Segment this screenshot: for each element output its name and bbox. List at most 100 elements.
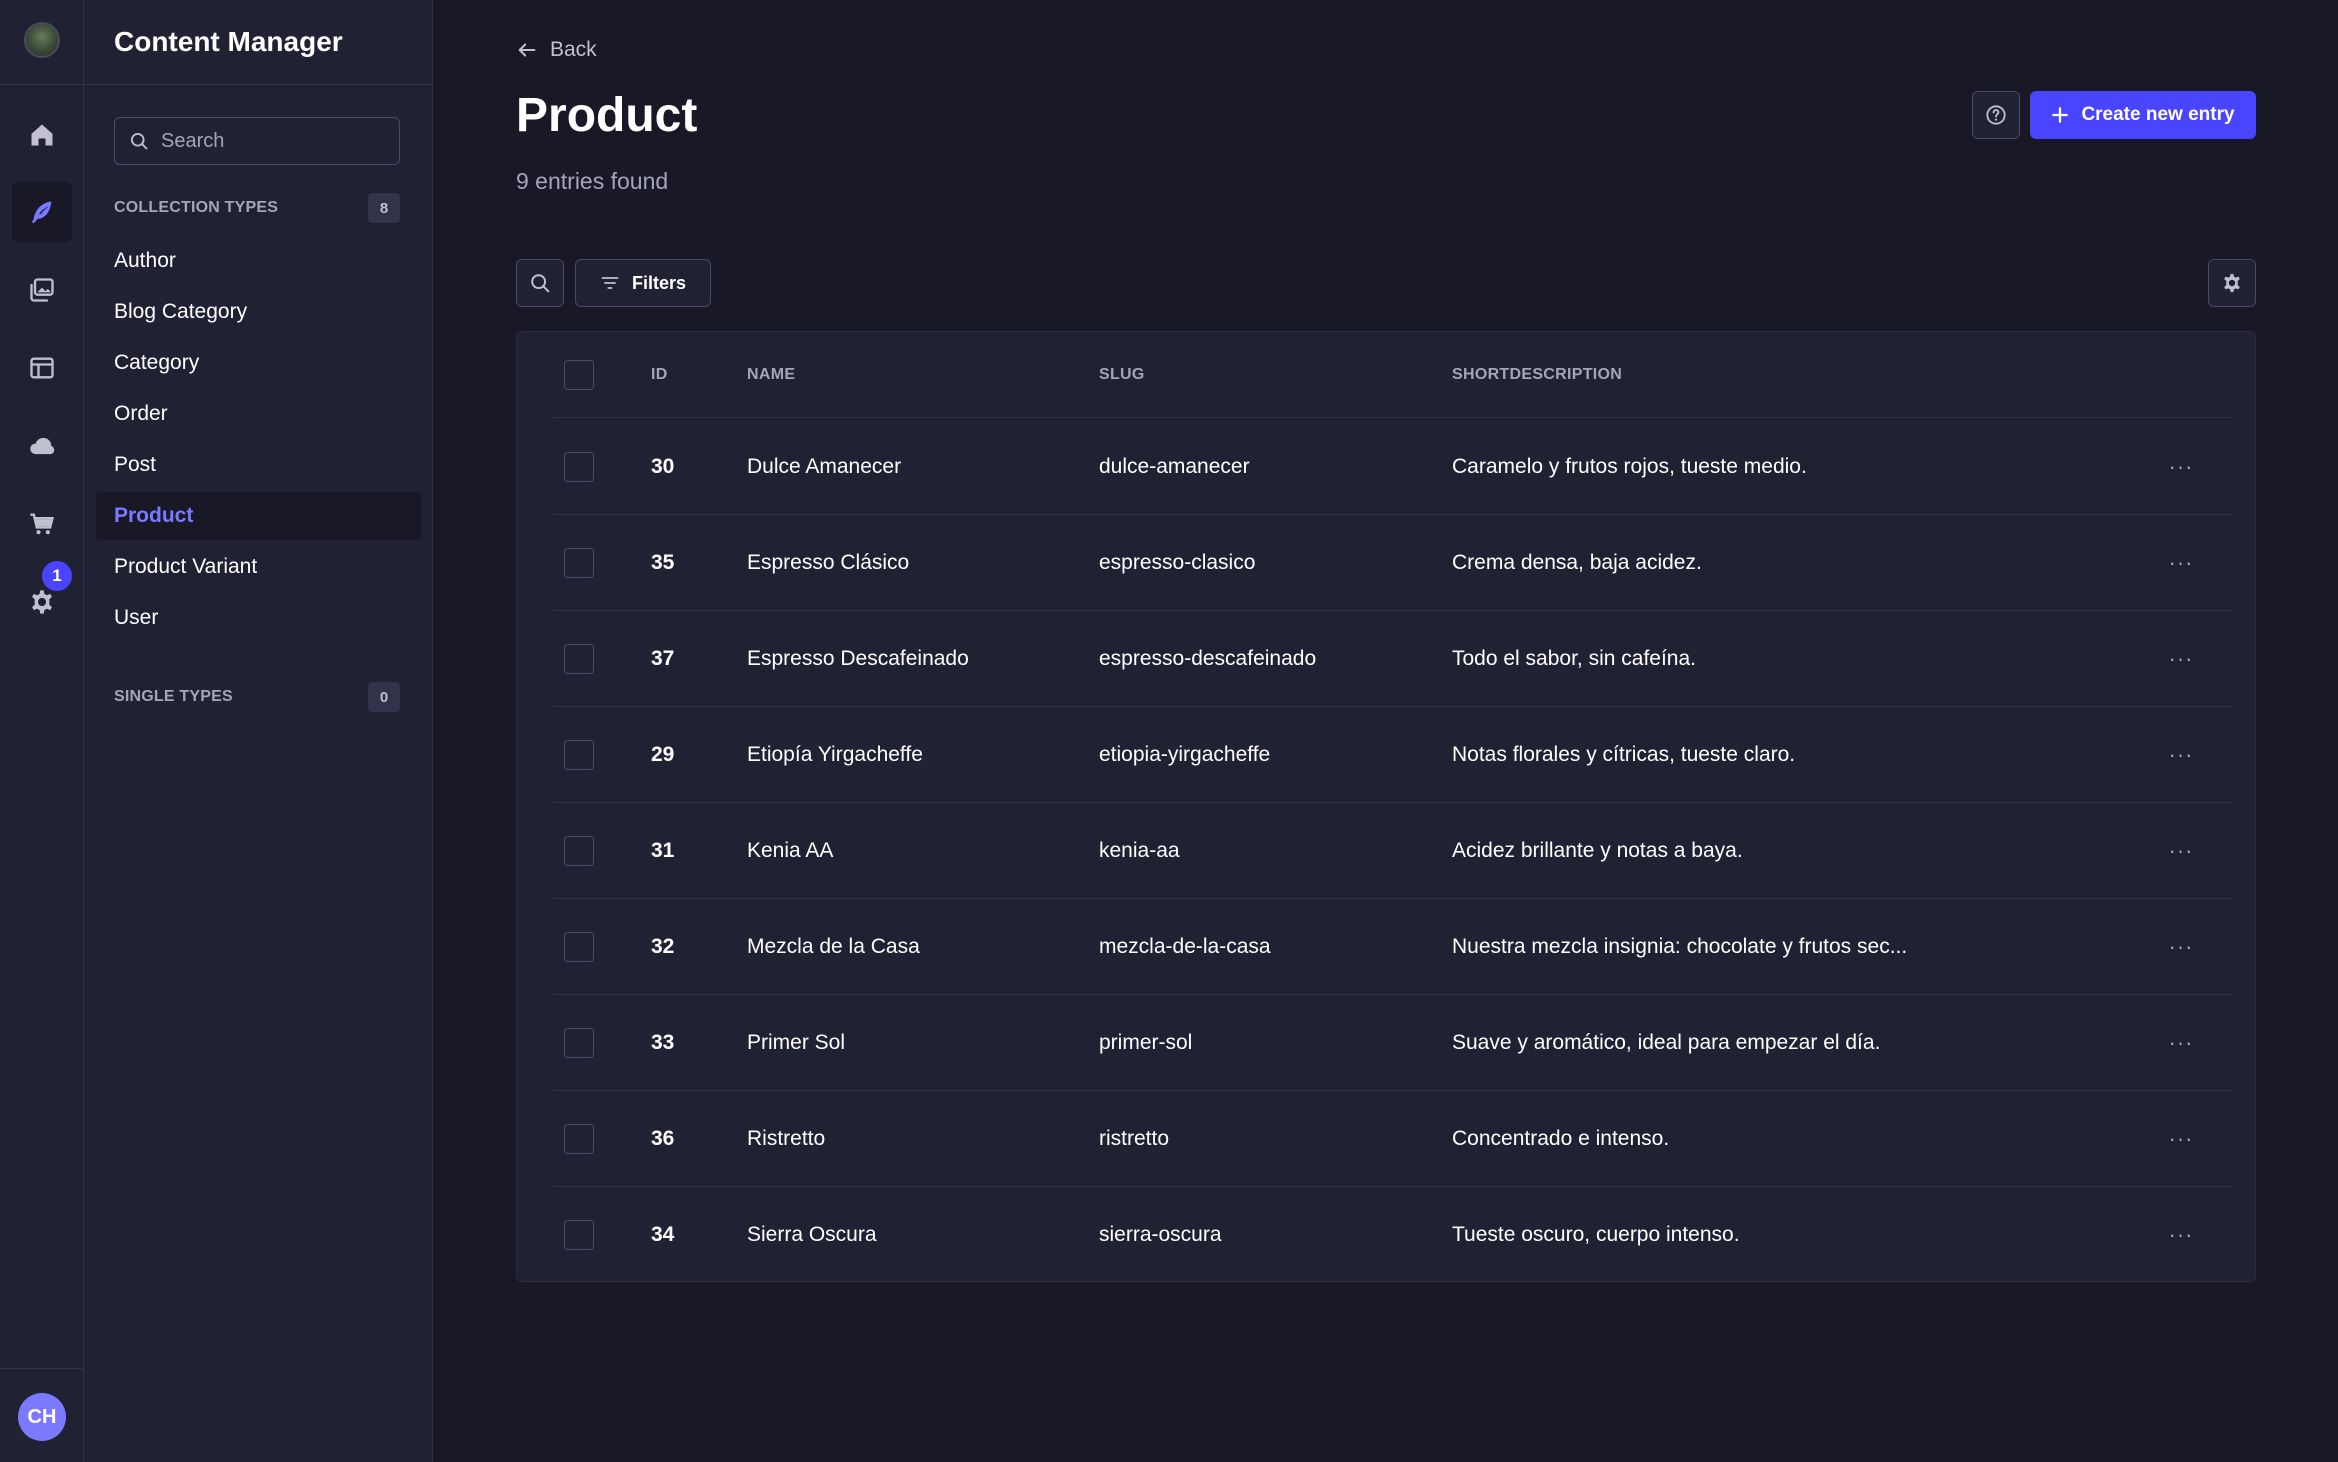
home-icon [31, 124, 53, 146]
cell-slug: etiopia-yirgacheffe [1099, 743, 1271, 766]
help-button[interactable] [1972, 91, 2020, 139]
content-type-builder-nav-button[interactable] [12, 338, 72, 398]
sidebar-item-user[interactable]: User [96, 594, 421, 642]
row-checkbox[interactable] [564, 452, 594, 482]
collection-types-label: COLLECTION TYPES [114, 199, 279, 216]
cell-shortdescription: Todo el sabor, sin cafeína. [1452, 647, 1696, 670]
cell-name: Primer Sol [747, 1031, 846, 1054]
row-actions-menu[interactable]: ··· [2163, 833, 2199, 869]
cell-slug: espresso-clasico [1099, 551, 1256, 574]
cell-name: Dulce Amanecer [747, 455, 902, 478]
cell-id: 34 [651, 1223, 675, 1246]
row-checkbox[interactable] [564, 548, 594, 578]
table-row[interactable]: 31 Kenia AA kenia-aa Acidez brillante y … [553, 803, 2233, 899]
cell-id: 29 [651, 743, 675, 766]
column-header-id[interactable]: ID [651, 332, 668, 418]
settings-icon [32, 590, 52, 614]
sidebar-search-input[interactable] [161, 129, 381, 153]
row-checkbox[interactable] [564, 1028, 594, 1058]
cart-icon [30, 513, 54, 535]
home-nav-button[interactable] [12, 105, 72, 165]
sidebar-item-post[interactable]: Post [96, 441, 421, 489]
row-actions-menu[interactable]: ··· [2163, 1217, 2199, 1253]
collection-types-header[interactable]: COLLECTION TYPES 8 [114, 193, 400, 223]
row-actions-menu[interactable]: ··· [2163, 1025, 2199, 1061]
row-actions-menu[interactable]: ··· [2163, 737, 2199, 773]
row-actions-menu[interactable]: ··· [2163, 1121, 2199, 1157]
table-row[interactable]: 36 Ristretto ristretto Concentrado e int… [553, 1091, 2233, 1187]
entries-table: ID NAME SLUG SHORTDESCRIPTION 30 Dulce A… [516, 331, 2256, 1282]
sidebar-item-order[interactable]: Order [96, 390, 421, 438]
column-header-slug[interactable]: SLUG [1099, 332, 1145, 418]
cell-id: 31 [651, 839, 675, 862]
collection-types-count: 8 [368, 193, 400, 223]
cloud-nav-button[interactable] [12, 416, 72, 476]
content-manager-nav-button[interactable] [12, 182, 72, 242]
cloud-icon [30, 437, 55, 455]
cell-slug: sierra-oscura [1099, 1223, 1222, 1246]
cell-slug: ristretto [1099, 1127, 1170, 1150]
gear-icon [2224, 273, 2240, 293]
logo-icon[interactable] [24, 22, 60, 58]
cart-nav-button[interactable] [12, 494, 72, 554]
table-row[interactable]: 29 Etiopía Yirgacheffe etiopia-yirgachef… [553, 707, 2233, 803]
settings-notification-badge: 1 [42, 561, 72, 591]
row-actions-menu[interactable]: ··· [2163, 449, 2199, 485]
cell-shortdescription: Tueste oscuro, cuerpo intenso. [1452, 1223, 1740, 1246]
single-types-header[interactable]: SINGLE TYPES 0 [114, 682, 400, 712]
sidebar-item-product[interactable]: Product [96, 492, 421, 540]
media-library-icon [30, 278, 54, 302]
sidebar-item-product-variant[interactable]: Product Variant [96, 543, 421, 591]
cell-id: 35 [651, 551, 675, 574]
filter-icon [601, 277, 619, 289]
table-row[interactable]: 33 Primer Sol primer-sol Suave y aromáti… [553, 995, 2233, 1091]
back-link[interactable]: Back [516, 38, 597, 62]
main-nav-rail: 1 CH [0, 0, 84, 1462]
rail-divider [0, 84, 84, 85]
select-all-checkbox[interactable] [564, 360, 594, 390]
sidebar-item-blog-category[interactable]: Blog Category [96, 288, 421, 336]
user-avatar[interactable]: CH [18, 1393, 66, 1441]
cell-name: Kenia AA [747, 839, 834, 862]
row-checkbox[interactable] [564, 932, 594, 962]
table-row[interactable]: 34 Sierra Oscura sierra-oscura Tueste os… [553, 1187, 2233, 1283]
row-actions-menu[interactable]: ··· [2163, 545, 2199, 581]
arrow-left-icon [518, 43, 536, 57]
cell-id: 36 [651, 1127, 675, 1150]
plus-icon [2052, 107, 2069, 123]
row-actions-menu[interactable]: ··· [2163, 641, 2199, 677]
row-checkbox[interactable] [564, 1220, 594, 1250]
cell-shortdescription: Crema densa, baja acidez. [1452, 551, 1702, 574]
column-header-name[interactable]: NAME [747, 332, 795, 418]
row-checkbox[interactable] [564, 836, 594, 866]
cell-name: Sierra Oscura [747, 1223, 877, 1246]
row-actions-menu[interactable]: ··· [2163, 929, 2199, 965]
media-library-nav-button[interactable] [12, 260, 72, 320]
entries-count: 9 entries found [516, 168, 669, 194]
layout-icon [30, 357, 54, 379]
table-row[interactable]: 30 Dulce Amanecer dulce-amanecer Caramel… [553, 419, 2233, 515]
row-checkbox[interactable] [564, 1124, 594, 1154]
sidebar-title: Content Manager [114, 26, 343, 57]
search-icon [131, 133, 148, 150]
sidebar-item-author[interactable]: Author [96, 237, 421, 285]
column-header-shortdescription[interactable]: SHORTDESCRIPTION [1452, 332, 1622, 418]
single-types-label: SINGLE TYPES [114, 688, 233, 705]
cell-id: 37 [651, 647, 675, 670]
row-checkbox[interactable] [564, 644, 594, 674]
sidebar-item-category[interactable]: Category [96, 339, 421, 387]
table-row[interactable]: 32 Mezcla de la Casa mezcla-de-la-casa N… [553, 899, 2233, 995]
cell-shortdescription: Caramelo y frutos rojos, tueste medio. [1452, 455, 1807, 478]
cell-name: Espresso Descafeinado [747, 647, 969, 670]
row-checkbox[interactable] [564, 740, 594, 770]
create-new-entry-button[interactable]: Create new entry [2030, 91, 2256, 139]
view-settings-button[interactable] [2208, 259, 2256, 307]
create-new-entry-label: Create new entry [2081, 104, 2235, 125]
table-search-button[interactable] [516, 259, 564, 307]
table-row[interactable]: 37 Espresso Descafeinado espresso-descaf… [553, 611, 2233, 707]
content-manager-sidebar: Content Manager COLLECTION TYPES 8 Autho… [84, 0, 433, 1462]
cell-name: Mezcla de la Casa [747, 935, 920, 958]
table-row[interactable]: 35 Espresso Clásico espresso-clasico Cre… [553, 515, 2233, 611]
filters-button[interactable]: Filters [575, 259, 711, 307]
cell-slug: kenia-aa [1099, 839, 1180, 862]
